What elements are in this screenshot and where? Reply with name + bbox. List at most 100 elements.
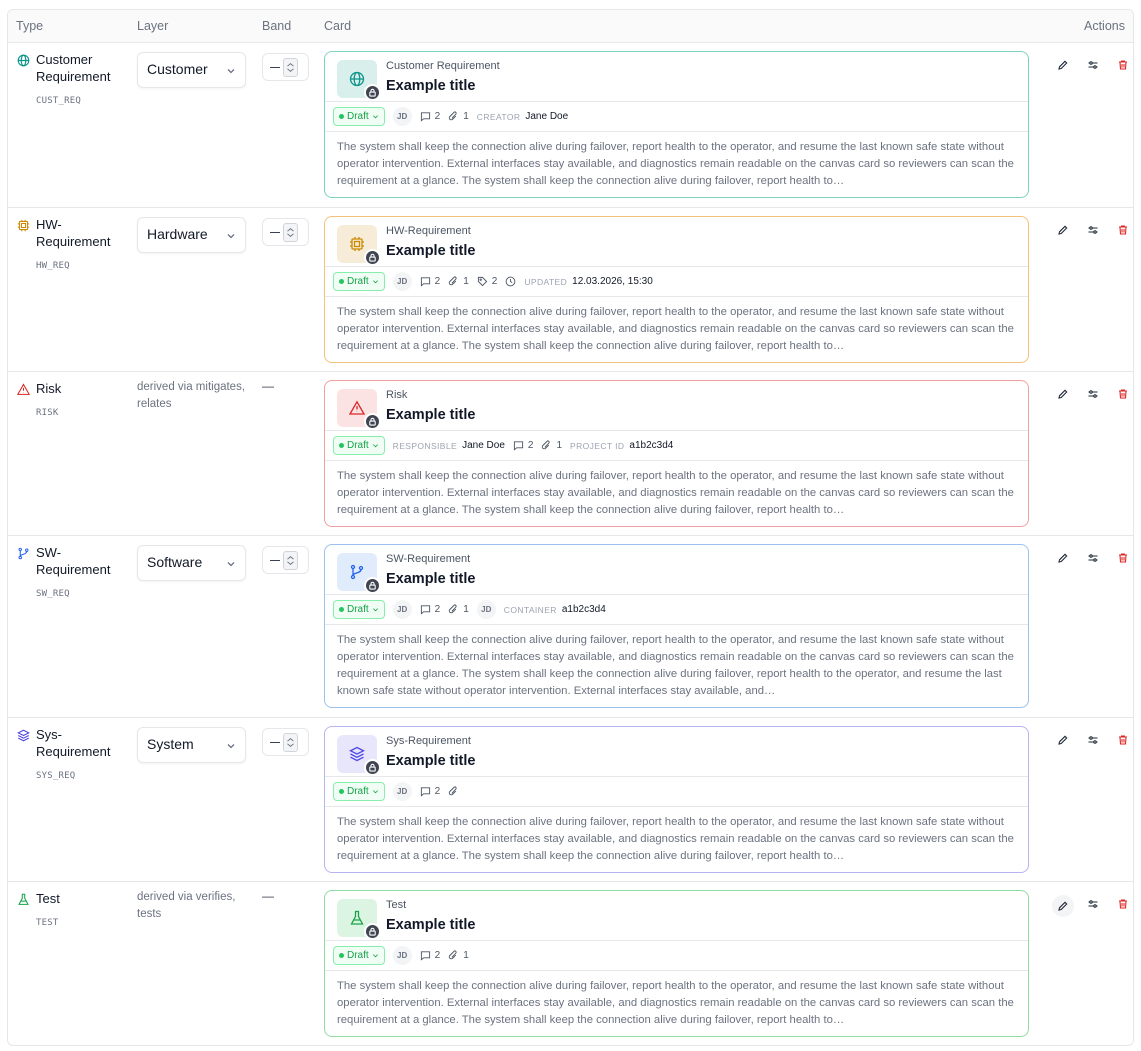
- card-type-label: Customer Requirement: [386, 60, 500, 72]
- lock-icon: [364, 413, 381, 430]
- attachments-count[interactable]: 1: [448, 111, 469, 122]
- band-stepper[interactable]: [262, 218, 309, 246]
- comment-icon: [420, 112, 430, 122]
- band-stepper[interactable]: [262, 53, 309, 81]
- branch-icon: [16, 546, 30, 560]
- pencil-icon[interactable]: [1048, 221, 1078, 239]
- type-code: RISK: [36, 408, 59, 418]
- attachments-count[interactable]: 1: [541, 440, 562, 451]
- sliders-icon[interactable]: [1078, 56, 1108, 74]
- attachments-count[interactable]: [448, 786, 459, 797]
- avatar[interactable]: JD: [392, 272, 412, 291]
- card-title: Example title: [386, 243, 476, 259]
- band-stepper[interactable]: [262, 546, 309, 574]
- attachments-count[interactable]: 1: [448, 604, 469, 615]
- avatar[interactable]: JD: [392, 600, 412, 619]
- type-code: SYS_REQ: [36, 771, 76, 781]
- comments-count[interactable]: 2: [420, 786, 440, 797]
- table-row: Sys-Requirement SYS_REQ System Sys-Requi…: [8, 718, 1133, 882]
- table-row: Test TEST derived via verifies, tests — …: [8, 882, 1133, 1045]
- trash-icon[interactable]: [1108, 385, 1133, 403]
- avatar[interactable]: JD: [392, 946, 412, 965]
- comments-count[interactable]: 2: [420, 276, 440, 287]
- layer-select[interactable]: Software: [137, 545, 246, 581]
- trash-icon[interactable]: [1108, 895, 1133, 913]
- pencil-icon[interactable]: [1052, 895, 1074, 917]
- status-badge[interactable]: Draft: [333, 436, 385, 455]
- stepper-arrows-icon[interactable]: [283, 223, 298, 242]
- comments-count[interactable]: 2: [420, 604, 440, 615]
- globe-icon: [349, 71, 365, 87]
- sliders-icon[interactable]: [1078, 895, 1108, 913]
- chevron-down-icon: [227, 562, 235, 567]
- pencil-icon[interactable]: [1048, 385, 1078, 403]
- requirement-card[interactable]: Risk Example title Draft RESPONSIBLE Jan…: [324, 380, 1029, 527]
- requirement-card[interactable]: Customer Requirement Example title Draft…: [324, 51, 1029, 198]
- comments-count[interactable]: 2: [420, 111, 440, 122]
- paperclip-icon: [449, 786, 457, 796]
- avatar[interactable]: JD: [392, 107, 412, 126]
- pencil-icon[interactable]: [1048, 549, 1078, 567]
- responsible-label: RESPONSIBLE: [392, 440, 458, 451]
- meta-value: Jane Doe: [525, 111, 569, 122]
- flask-icon: [350, 910, 364, 925]
- paperclip-icon: [449, 111, 457, 121]
- meta-label: CONTAINER: [503, 604, 557, 615]
- sliders-icon[interactable]: [1078, 385, 1108, 403]
- chevron-down-icon: [227, 234, 235, 239]
- status-badge[interactable]: Draft: [333, 600, 385, 619]
- meta-value: a1b2c3d4: [561, 604, 606, 615]
- card-title: Example title: [386, 571, 476, 587]
- card-description: The system shall keep the connection ali…: [337, 141, 1014, 187]
- requirement-card[interactable]: HW-Requirement Example title Draft JD 2 …: [324, 216, 1029, 363]
- attachments-count[interactable]: 1: [448, 276, 469, 287]
- card-description: The system shall keep the connection ali…: [337, 470, 1014, 516]
- stepper-arrows-icon[interactable]: [283, 733, 298, 752]
- band-stepper[interactable]: [262, 728, 309, 756]
- comments-count[interactable]: 2: [420, 950, 440, 961]
- paperclip-icon: [449, 276, 457, 286]
- comments-count[interactable]: 2: [513, 440, 533, 451]
- row-actions: [1048, 895, 1133, 917]
- layer-select[interactable]: Hardware: [137, 217, 246, 253]
- trash-icon[interactable]: [1108, 221, 1133, 239]
- chevron-down-icon: [372, 608, 378, 612]
- status-badge[interactable]: Draft: [333, 107, 385, 126]
- trash-icon[interactable]: [1108, 549, 1133, 567]
- sliders-icon[interactable]: [1078, 221, 1108, 239]
- requirement-card[interactable]: Test Example title Draft JD 2 1 The syst…: [324, 890, 1029, 1037]
- table-row: SW-Requirement SW_REQ Software SW-Requir…: [8, 536, 1133, 718]
- meta-label: CREATOR: [476, 111, 521, 122]
- lock-icon: [364, 249, 381, 266]
- stepper-arrows-icon[interactable]: [283, 551, 298, 570]
- sliders-icon[interactable]: [1078, 731, 1108, 749]
- layer-value: Software: [147, 554, 203, 570]
- layer-select[interactable]: System: [137, 727, 246, 763]
- requirement-card[interactable]: SW-Requirement Example title Draft JD 2 …: [324, 544, 1029, 708]
- sliders-icon[interactable]: [1078, 549, 1108, 567]
- chevron-down-icon: [227, 744, 235, 749]
- avatar[interactable]: JD: [476, 600, 496, 619]
- derived-layer-text: derived via mitigates, relates: [137, 381, 246, 410]
- attachments-count[interactable]: 1: [448, 950, 469, 961]
- status-badge[interactable]: Draft: [333, 946, 385, 965]
- status-badge[interactable]: Draft: [333, 272, 385, 291]
- type-name: Risk: [36, 381, 62, 396]
- status-badge[interactable]: Draft: [333, 782, 385, 801]
- card-description: The system shall keep the connection ali…: [337, 816, 1014, 862]
- row-actions: [1048, 385, 1133, 403]
- requirement-card[interactable]: Sys-Requirement Example title Draft JD 2…: [324, 726, 1029, 873]
- header-card: Card: [324, 19, 352, 33]
- stepper-arrows-icon[interactable]: [283, 58, 298, 77]
- card-type-label: HW-Requirement: [386, 225, 471, 237]
- trash-icon[interactable]: [1108, 56, 1133, 74]
- pencil-icon[interactable]: [1048, 56, 1078, 74]
- trash-icon[interactable]: [1108, 731, 1133, 749]
- comment-icon: [420, 277, 430, 287]
- pencil-icon[interactable]: [1048, 731, 1078, 749]
- layer-select[interactable]: Customer: [137, 52, 246, 88]
- type-code: SW_REQ: [36, 589, 70, 599]
- avatar[interactable]: JD: [392, 782, 412, 801]
- tags-count[interactable]: 2: [477, 276, 497, 287]
- card-header: SW-Requirement Example title: [325, 545, 1028, 595]
